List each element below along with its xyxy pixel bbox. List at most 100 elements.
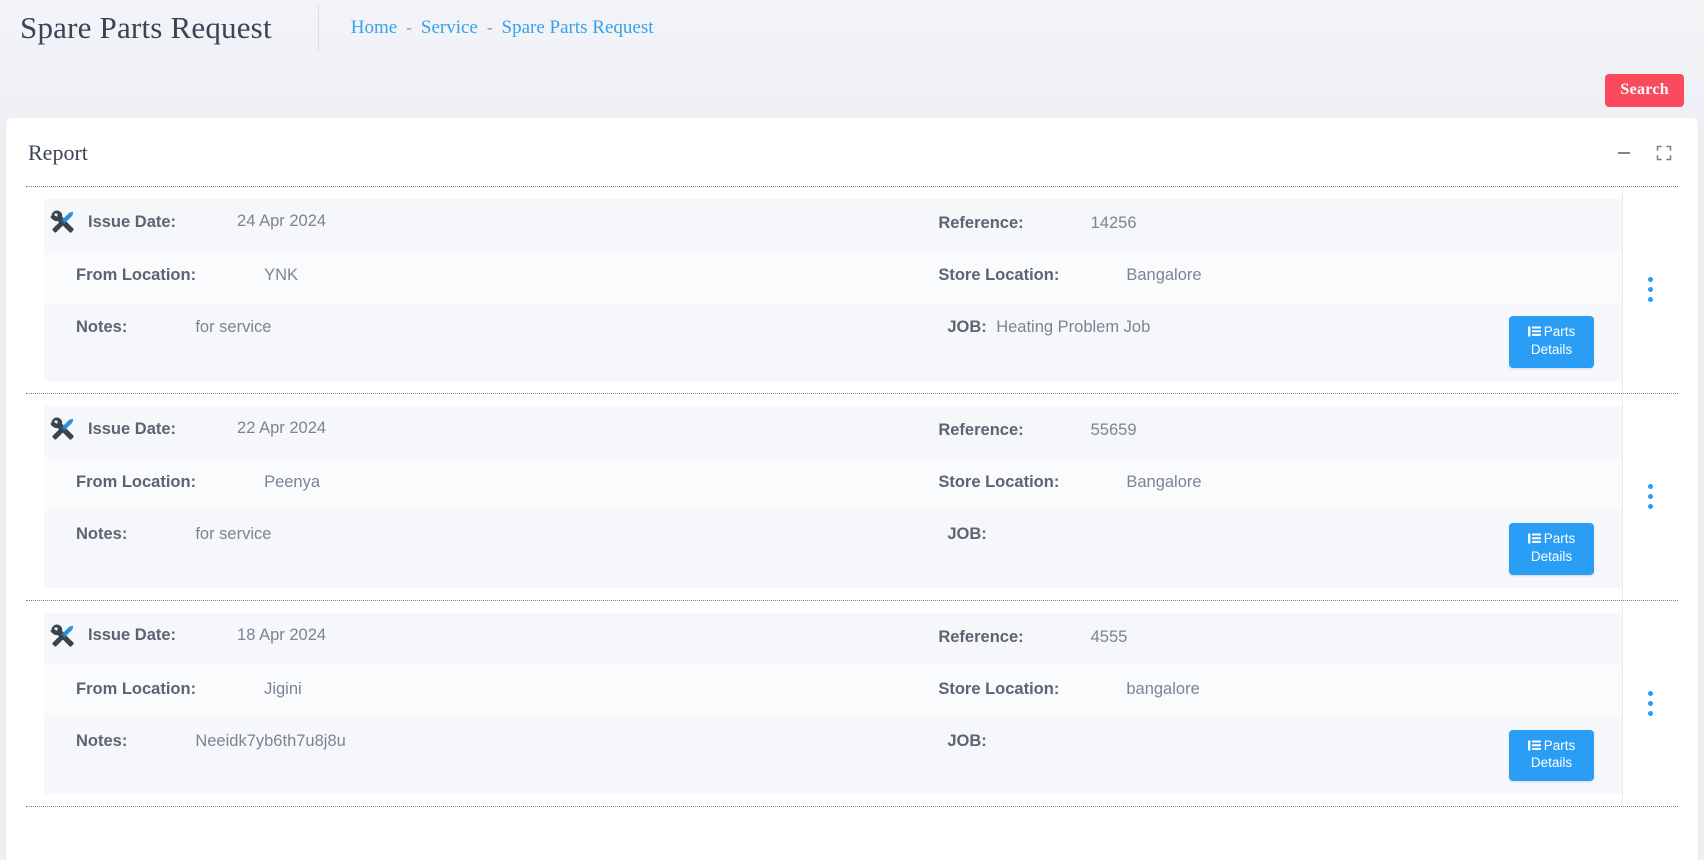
- record-row-issue-date: Issue Date: 24 Apr 2024 Reference: 14256: [44, 199, 1622, 251]
- list-icon: [1527, 532, 1541, 549]
- table-row: Issue Date: 18 Apr 2024 Reference: 4555 …: [26, 600, 1678, 808]
- job-value: Heating Problem Job: [996, 318, 1151, 336]
- hammer-and-wrench-icon: [50, 417, 74, 440]
- reference-cell: Reference: 4555: [880, 613, 1622, 662]
- spare-parts-request-list: Issue Date: 24 Apr 2024 Reference: 14256…: [26, 186, 1678, 808]
- list-icon: [1527, 325, 1541, 342]
- parts-details-button[interactable]: Parts Details: [1509, 729, 1594, 782]
- record-row-location: From Location: Peenya Store Location: Ba…: [44, 457, 1622, 510]
- reference-label: Reference:: [938, 214, 1024, 232]
- parts-details-label-line2: Details: [1530, 755, 1573, 771]
- breadcrumb-separator: -: [486, 18, 493, 37]
- from-location-label: From Location:: [76, 266, 197, 284]
- record-menu-column: [1622, 187, 1678, 393]
- store-location-cell: Store Location: bangalore: [880, 665, 1622, 714]
- notes-value: for service: [195, 524, 272, 543]
- kebab-menu-icon[interactable]: [1638, 271, 1663, 308]
- record-row-issue-date: Issue Date: 18 Apr 2024 Reference: 4555: [44, 612, 1622, 665]
- breadcrumb: Home - Service - Spare Parts Request: [351, 17, 654, 39]
- from-location-value: YNK: [264, 266, 299, 284]
- issue-date-value: 18 Apr 2024: [237, 625, 327, 644]
- store-location-value: Bangalore: [1126, 472, 1202, 491]
- parts-details-label-line2: Details: [1530, 548, 1573, 564]
- job-text: JOB:: [947, 730, 1509, 753]
- report-card: Report Issue Date: 24 Apr 2024 Reference…: [6, 118, 1698, 860]
- notes-value: Neeidk7yb6th7u8j8u: [195, 731, 346, 750]
- job-label: JOB:: [947, 731, 987, 750]
- job-text: JOB:: [947, 523, 1509, 546]
- hammer-and-wrench-icon: [50, 624, 74, 647]
- store-location-label: Store Location:: [938, 472, 1060, 491]
- record-row-notes-job: Notes: Neeidk7yb6th7u8j8u JOB: Parts Det…: [44, 716, 1622, 795]
- issue-date-label: Issue Date:: [88, 212, 177, 231]
- notes-cell: Notes: Neeidk7yb6th7u8j8u: [44, 717, 880, 766]
- record-row-location: From Location: YNK Store Location: Banga…: [44, 251, 1622, 303]
- breadcrumb-item-spare-parts-request[interactable]: Spare Parts Request: [502, 17, 654, 39]
- issue-date-cell: Issue Date: 22 Apr 2024: [44, 406, 880, 452]
- hammer-and-wrench-icon: [50, 210, 74, 233]
- issue-date-cell: Issue Date: 18 Apr 2024: [44, 613, 880, 659]
- kebab-menu-icon[interactable]: [1638, 478, 1663, 515]
- record-body: Issue Date: 24 Apr 2024 Reference: 14256…: [26, 187, 1622, 393]
- reference-cell: Reference: 55659: [880, 406, 1622, 455]
- search-button[interactable]: Search: [1605, 74, 1684, 107]
- reference-value: 55659: [1090, 420, 1137, 439]
- job-label: JOB:: [947, 524, 987, 543]
- record-row-issue-date: Issue Date: 22 Apr 2024 Reference: 55659: [44, 405, 1622, 458]
- from-location-value: Peenya: [264, 472, 321, 491]
- issue-date-value: 22 Apr 2024: [237, 419, 327, 438]
- kebab-menu-icon[interactable]: [1638, 685, 1663, 722]
- header-divider: [317, 5, 319, 51]
- report-card-title: Report: [28, 140, 88, 165]
- parts-details-label-line2: Details: [1530, 341, 1573, 357]
- job-cell: JOB: Parts Details: [880, 510, 1622, 588]
- job-cell: JOB: Heating Problem Job Parts Details: [880, 303, 1622, 381]
- store-location-label: Store Location:: [938, 266, 1060, 284]
- notes-label: Notes:: [76, 731, 128, 750]
- issue-date-cell: Issue Date: 24 Apr 2024: [44, 199, 880, 245]
- table-row: Issue Date: 22 Apr 2024 Reference: 55659…: [26, 393, 1678, 601]
- breadcrumb-item-service[interactable]: Service: [421, 17, 478, 39]
- minus-icon[interactable]: [1616, 145, 1632, 161]
- report-card-controls: [1616, 145, 1672, 161]
- issue-date-value: 24 Apr 2024: [237, 212, 327, 231]
- record-menu-column: [1622, 393, 1678, 600]
- record-row-location: From Location: Jigini Store Location: ba…: [44, 664, 1622, 717]
- issue-date-label: Issue Date:: [88, 419, 177, 438]
- record-row-notes-job: Notes: for service JOB: Parts Details: [44, 509, 1622, 588]
- page-title: Spare Parts Request: [20, 10, 272, 45]
- reference-label: Reference:: [938, 420, 1024, 439]
- table-row: Issue Date: 24 Apr 2024 Reference: 14256…: [26, 187, 1678, 394]
- breadcrumb-separator: -: [406, 18, 412, 37]
- from-location-label: From Location:: [76, 679, 197, 698]
- job-cell: JOB: Parts Details: [880, 717, 1622, 795]
- issue-date-label: Issue Date:: [88, 626, 177, 645]
- notes-cell: Notes: for service: [44, 510, 880, 559]
- store-location-value: bangalore: [1126, 679, 1200, 698]
- reference-value: 4555: [1090, 627, 1128, 646]
- record-menu-column: [1622, 600, 1678, 807]
- from-location-value: Jigini: [264, 679, 302, 698]
- parts-details-button[interactable]: Parts Details: [1509, 316, 1594, 368]
- from-location-label: From Location:: [76, 472, 197, 491]
- parts-details-button[interactable]: Parts Details: [1509, 522, 1594, 575]
- job-label: JOB:: [947, 318, 987, 336]
- expand-icon[interactable]: [1656, 145, 1672, 161]
- record-row-notes-job: Notes: for service JOB: Heating Problem …: [44, 303, 1622, 381]
- store-location-label: Store Location:: [938, 679, 1060, 698]
- list-icon: [1527, 739, 1541, 756]
- parts-details-label-line1: Parts: [1543, 737, 1576, 753]
- header-title-row: Spare Parts Request Home - Service - Spa…: [0, 0, 1704, 56]
- parts-details-label-line1: Parts: [1543, 530, 1576, 546]
- store-location-cell: Store Location: Bangalore: [880, 251, 1622, 300]
- top-header-bar: Spare Parts Request Home - Service - Spa…: [0, 0, 1704, 118]
- reference-cell: Reference: 14256: [880, 199, 1622, 248]
- record-body: Issue Date: 18 Apr 2024 Reference: 4555 …: [26, 601, 1622, 807]
- reference-value: 14256: [1090, 214, 1137, 232]
- from-location-cell: From Location: YNK: [44, 251, 880, 300]
- parts-details-label-line1: Parts: [1543, 324, 1576, 339]
- from-location-cell: From Location: Jigini: [44, 665, 880, 714]
- breadcrumb-item-home[interactable]: Home: [351, 17, 397, 39]
- store-location-cell: Store Location: Bangalore: [880, 458, 1622, 507]
- reference-label: Reference:: [938, 627, 1024, 646]
